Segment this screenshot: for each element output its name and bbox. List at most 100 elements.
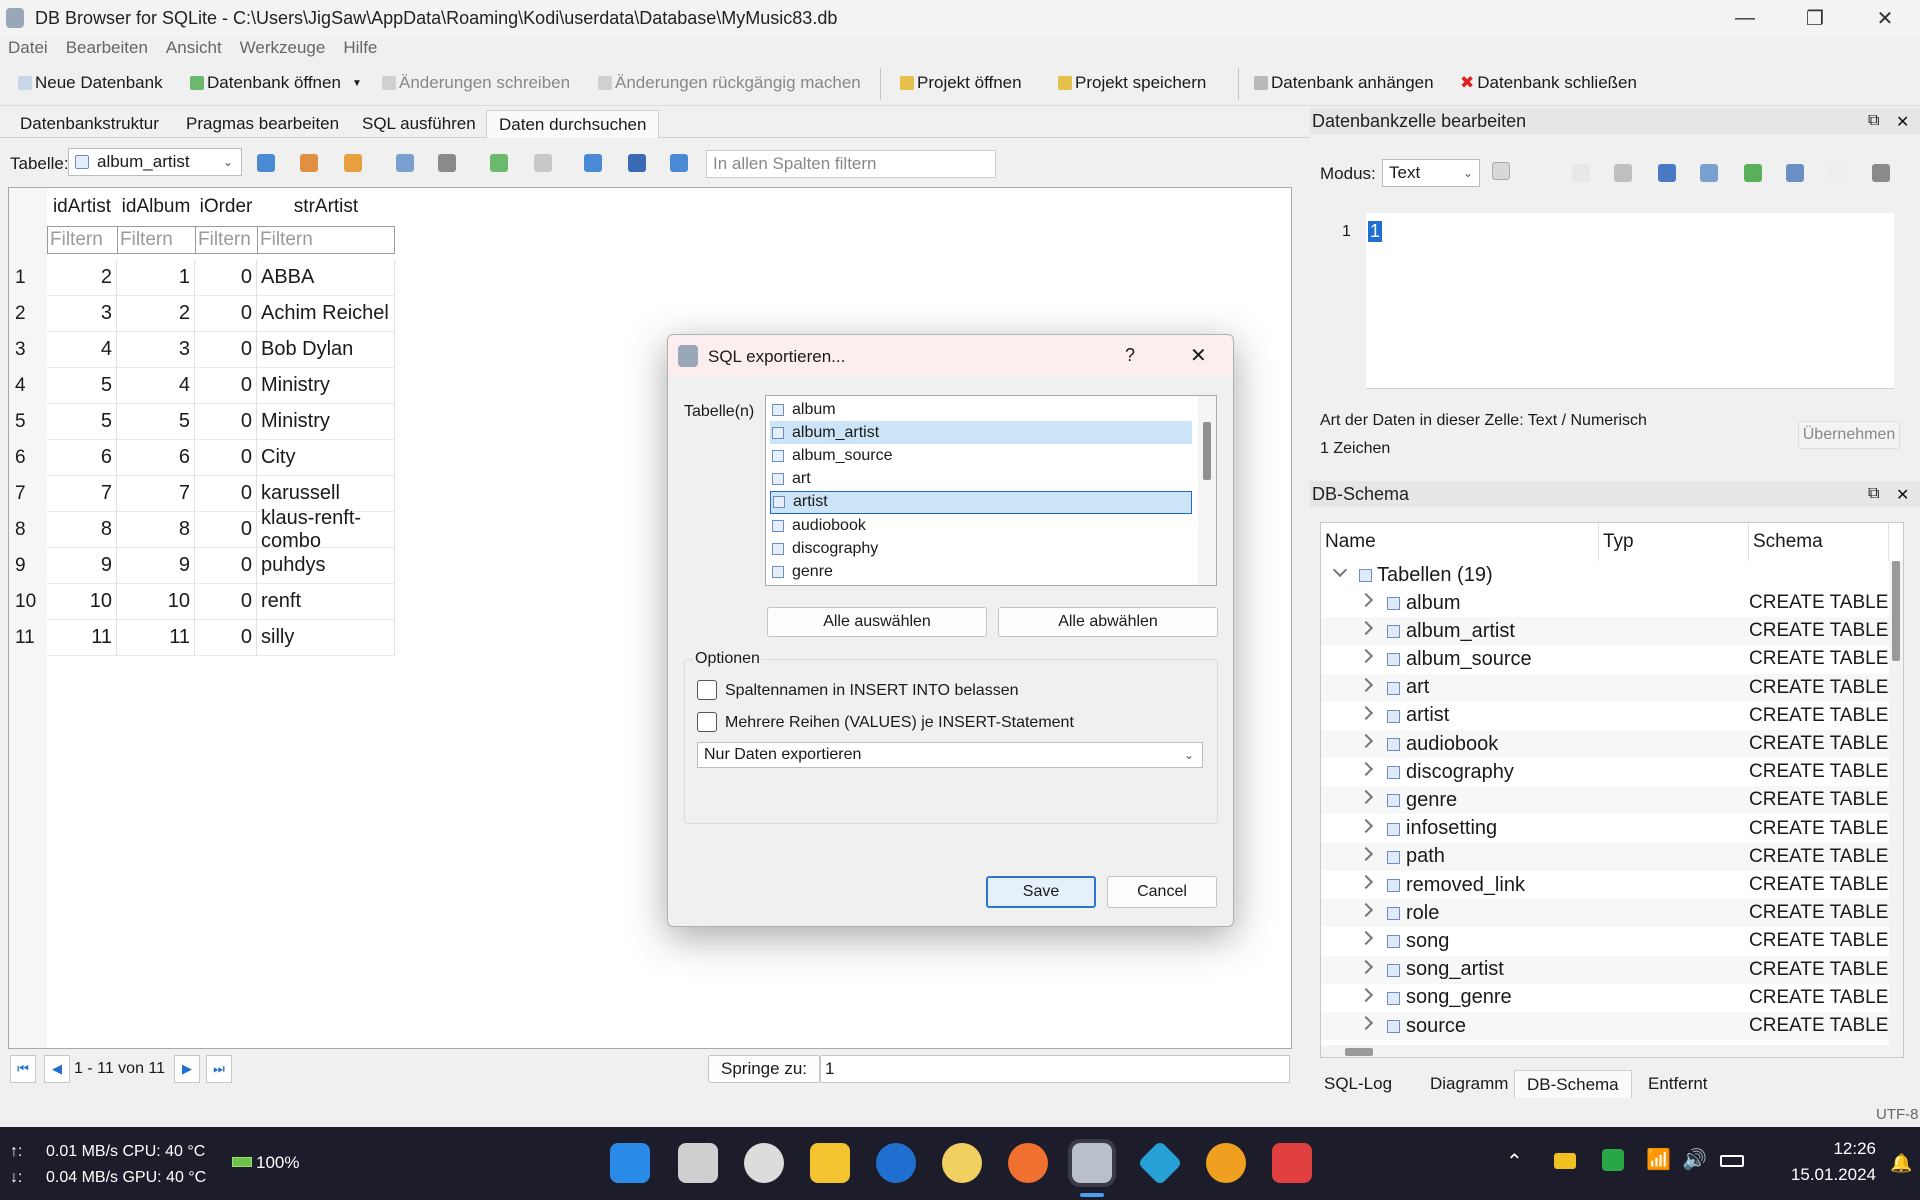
next-record-button[interactable]: ▶ bbox=[174, 1055, 200, 1083]
cell-iorder[interactable]: 0 bbox=[195, 368, 257, 404]
schema-table-row[interactable]: art CREATE TABLE bbox=[1321, 673, 1889, 702]
cell-idartist[interactable]: 7 bbox=[47, 476, 117, 512]
cell-iorder[interactable]: 0 bbox=[195, 332, 257, 368]
row-number[interactable]: 9 bbox=[15, 548, 26, 584]
chevron-right-icon[interactable] bbox=[1358, 959, 1374, 974]
cell-strartist[interactable]: renft bbox=[257, 584, 395, 620]
float-pane-icon[interactable]: ⧉ bbox=[1868, 485, 1879, 503]
apply-button[interactable]: Übernehmen bbox=[1798, 421, 1900, 449]
column-header-idartist[interactable]: idArtist bbox=[47, 190, 117, 224]
close-window-button[interactable]: ✕ bbox=[1850, 0, 1920, 36]
chevron-right-icon[interactable] bbox=[1358, 649, 1374, 664]
close-pane-icon[interactable]: ✕ bbox=[1896, 485, 1909, 505]
multiple-rows-checkbox[interactable] bbox=[697, 712, 717, 732]
schema-column-name[interactable]: Name bbox=[1321, 523, 1599, 561]
schema-table-row[interactable]: source CREATE TABLE bbox=[1321, 1012, 1889, 1040]
cell-idartist[interactable]: 5 bbox=[47, 404, 117, 440]
list-item[interactable]: album_artist bbox=[770, 421, 1192, 445]
write-changes-button[interactable]: Änderungen schreiben bbox=[382, 70, 570, 96]
maximize-button[interactable]: ❐ bbox=[1780, 0, 1850, 36]
cell-value[interactable]: 1 bbox=[1368, 221, 1383, 242]
tab-db-schema[interactable]: DB-Schema bbox=[1514, 1070, 1632, 1098]
cell-iorder[interactable]: 0 bbox=[195, 620, 257, 656]
cell-idartist[interactable]: 3 bbox=[47, 296, 117, 332]
wifi-icon[interactable]: 📶 bbox=[1646, 1147, 1671, 1172]
export-icon[interactable] bbox=[1658, 164, 1676, 182]
set-null-icon[interactable] bbox=[1700, 164, 1718, 182]
cell-idalbum[interactable]: 4 bbox=[117, 368, 195, 404]
keep-column-names-checkbox[interactable] bbox=[697, 680, 717, 700]
cell-strartist[interactable]: silly bbox=[257, 620, 395, 656]
tab-diagram[interactable]: Diagramm bbox=[1418, 1070, 1520, 1098]
list-scrollbar[interactable] bbox=[1198, 396, 1216, 585]
cell-idalbum[interactable]: 5 bbox=[117, 404, 195, 440]
row-number[interactable]: 5 bbox=[15, 404, 26, 440]
filter-all-columns-input[interactable]: In allen Spalten filtern bbox=[706, 150, 996, 178]
schema-table-row[interactable]: song CREATE TABLE bbox=[1321, 927, 1889, 955]
open-db-dropdown-arrow[interactable]: ▼ bbox=[352, 70, 362, 96]
filter-icon[interactable] bbox=[670, 154, 688, 172]
tab-execute-sql[interactable]: SQL ausführen bbox=[350, 110, 488, 138]
steam-icon[interactable] bbox=[744, 1143, 784, 1183]
row-number[interactable]: 4 bbox=[15, 368, 26, 404]
cell-idartist[interactable]: 2 bbox=[47, 260, 117, 296]
tab-browse-data[interactable]: Daten durchsuchen bbox=[486, 110, 660, 138]
cell-idalbum[interactable]: 1 bbox=[117, 260, 195, 296]
scrollbar-thumb[interactable] bbox=[1345, 1048, 1373, 1056]
table-row[interactable]: 9 9 9 0 puhdys bbox=[9, 548, 473, 584]
cell-iorder[interactable]: 0 bbox=[195, 296, 257, 332]
cell-strartist[interactable]: Bob Dylan bbox=[257, 332, 395, 368]
import-icon[interactable] bbox=[1572, 164, 1590, 182]
cell-idalbum[interactable]: 7 bbox=[117, 476, 195, 512]
chevron-right-icon[interactable] bbox=[1358, 987, 1374, 1002]
table-row[interactable]: 6 6 6 0 City bbox=[9, 440, 473, 476]
last-record-button[interactable]: ⏭ bbox=[206, 1055, 232, 1083]
chevron-right-icon[interactable] bbox=[1358, 705, 1374, 720]
cell-idartist[interactable]: 11 bbox=[47, 620, 117, 656]
clear-icon[interactable] bbox=[1828, 164, 1846, 182]
cell-idartist[interactable]: 9 bbox=[47, 548, 117, 584]
sort-icon[interactable] bbox=[344, 154, 362, 172]
chevron-right-icon[interactable] bbox=[1358, 621, 1374, 636]
cell-idartist[interactable]: 10 bbox=[47, 584, 117, 620]
schema-table-row[interactable]: removed_link CREATE TABLE bbox=[1321, 871, 1889, 899]
schema-table-row[interactable]: role CREATE TABLE bbox=[1321, 899, 1889, 928]
insert-record-icon[interactable] bbox=[490, 154, 508, 172]
cell-editor[interactable]: 1 1 bbox=[1334, 213, 1894, 389]
cell-idartist[interactable]: 8 bbox=[47, 512, 117, 548]
list-item[interactable]: discography bbox=[770, 537, 1192, 560]
db-browser-taskbar-icon[interactable] bbox=[1068, 1139, 1116, 1187]
clock-date[interactable]: 15.01.2024 bbox=[1766, 1165, 1876, 1185]
cell-iorder[interactable]: 0 bbox=[195, 512, 257, 548]
row-number[interactable]: 11 bbox=[15, 620, 35, 656]
table-row[interactable]: 1 2 1 0 ABBA bbox=[9, 260, 473, 296]
cell-strartist[interactable]: puhdys bbox=[257, 548, 395, 584]
cell-strartist[interactable]: ABBA bbox=[257, 260, 395, 296]
new-database-button[interactable]: Neue Datenbank bbox=[18, 70, 163, 96]
refresh-icon[interactable] bbox=[257, 154, 275, 172]
firefox-icon[interactable] bbox=[1008, 1143, 1048, 1183]
filter-input-iorder[interactable]: Filtern bbox=[195, 226, 258, 254]
menu-ansicht[interactable]: Ansicht bbox=[166, 38, 222, 58]
table-row[interactable]: 4 5 4 0 Ministry bbox=[9, 368, 473, 404]
cell-idalbum[interactable]: 2 bbox=[117, 296, 195, 332]
chevron-up-icon[interactable]: ⌃ bbox=[1506, 1149, 1523, 1174]
chevron-right-icon[interactable] bbox=[1358, 931, 1374, 946]
chevron-right-icon[interactable] bbox=[1358, 677, 1374, 692]
chevron-right-icon[interactable] bbox=[1358, 846, 1374, 861]
cell-idalbum[interactable]: 10 bbox=[117, 584, 195, 620]
schema-column-type[interactable]: Typ bbox=[1599, 523, 1749, 561]
cell-strartist[interactable]: klaus-renft-combo bbox=[257, 507, 395, 552]
row-number[interactable]: 3 bbox=[15, 332, 26, 368]
row-number[interactable]: 2 bbox=[15, 296, 26, 332]
mode-select[interactable]: Text ⌄ bbox=[1382, 159, 1480, 187]
filter-input-idalbum[interactable]: Filtern bbox=[117, 226, 196, 254]
clock-time[interactable]: 12:26 bbox=[1776, 1139, 1876, 1159]
open-project-button[interactable]: Projekt öffnen bbox=[900, 70, 1022, 96]
delete-record-icon[interactable] bbox=[534, 154, 552, 172]
power-icon[interactable] bbox=[1720, 1155, 1744, 1167]
help-button[interactable]: ? bbox=[1125, 345, 1135, 366]
cell-idalbum[interactable]: 3 bbox=[117, 332, 195, 368]
schema-table-row[interactable]: album_artist CREATE TABLE bbox=[1321, 617, 1889, 646]
table-row[interactable]: 3 4 3 0 Bob Dylan bbox=[9, 332, 473, 368]
